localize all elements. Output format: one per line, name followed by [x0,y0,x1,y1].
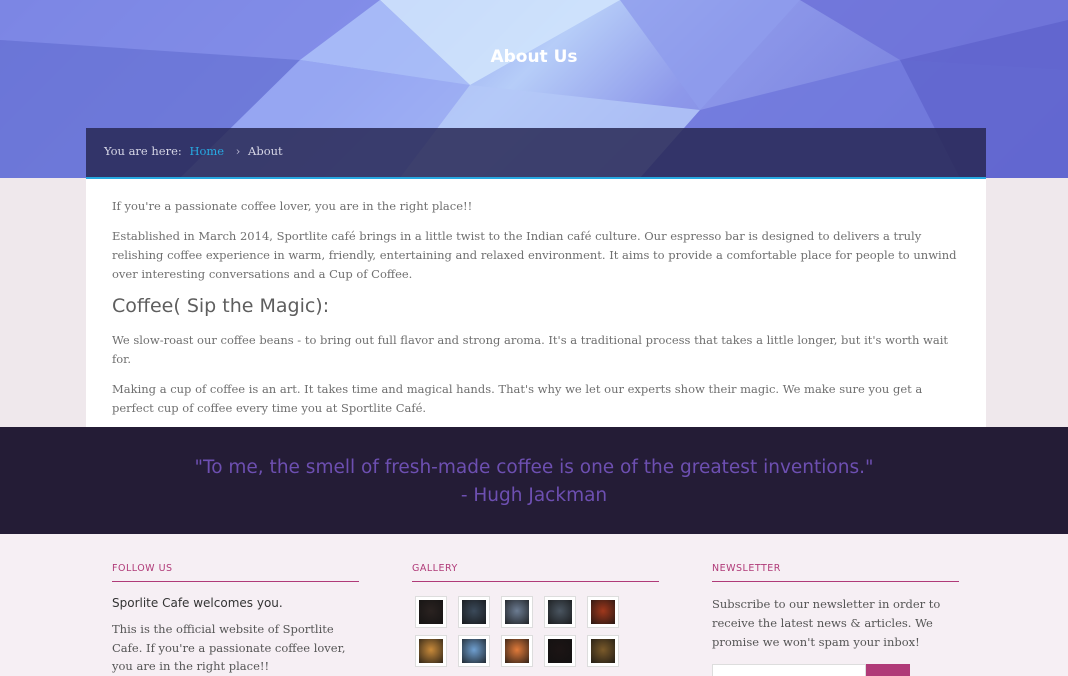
breadcrumb-separator: › [235,144,241,158]
gallery-image [462,600,486,624]
newsletter-email-input[interactable] [712,664,866,676]
gallery-image [591,639,615,663]
established-paragraph: Established in March 2014, Sportlite caf… [112,229,957,281]
follow-description: This is the official website of Sportlit… [112,622,346,673]
gallery-image [419,639,443,663]
page-title: About Us [490,47,578,67]
gallery-thumb-2[interactable] [458,596,490,628]
section-heading: Coffee( Sip the Magic): [112,295,330,317]
breadcrumb-home-link[interactable]: Home [189,144,224,158]
gallery-image [462,639,486,663]
gallery-thumb-5[interactable] [587,596,619,628]
follow-us-section: FOLLOW US Sporlite Cafe welcomes you. Th… [112,563,359,676]
footer: FOLLOW US Sporlite Cafe welcomes you. Th… [0,534,1068,676]
welcome-text: Sporlite Cafe welcomes you. [112,596,283,610]
gallery-thumb-9[interactable] [544,635,576,667]
newsletter-form [712,664,910,676]
gallery-thumb-4[interactable] [544,596,576,628]
quote-banner: "To me, the smell of fresh-made coffee i… [0,427,1068,534]
gallery-thumb-7[interactable] [458,635,490,667]
breadcrumb: You are here: Home › About [86,128,986,179]
gallery-image [548,639,572,663]
gallery-thumb-3[interactable] [501,596,533,628]
gallery-thumb-8[interactable] [501,635,533,667]
newsletter-description: Subscribe to our newsletter in order to … [712,597,941,649]
gallery-heading: GALLERY [412,563,659,582]
gallery-image [419,600,443,624]
gallery-image [505,639,529,663]
gallery-image [548,600,572,624]
gallery-thumb-1[interactable] [415,596,447,628]
art-paragraph: Making a cup of coffee is an art. It tak… [112,382,923,415]
newsletter-subscribe-button[interactable] [866,664,910,676]
gallery-image [505,600,529,624]
newsletter-heading: NEWSLETTER [712,563,959,582]
gallery-image [591,600,615,624]
breadcrumb-prefix: You are here: [104,144,182,158]
intro-paragraph: If you're a passionate coffee lover, you… [112,199,473,213]
gallery-thumb-6[interactable] [415,635,447,667]
roast-paragraph: We slow-roast our coffee beans - to brin… [112,333,949,366]
follow-us-heading: FOLLOW US [112,563,359,582]
breadcrumb-current: About [248,144,283,158]
about-content: If you're a passionate coffee lover, you… [86,179,986,427]
quote-text: "To me, the smell of fresh-made coffee i… [194,457,874,478]
quote-author: - Hugh Jackman [460,485,608,506]
gallery-thumb-10[interactable] [587,635,619,667]
gallery-section: GALLERY [412,563,659,667]
newsletter-section: NEWSLETTER Subscribe to our newsletter i… [712,563,959,676]
